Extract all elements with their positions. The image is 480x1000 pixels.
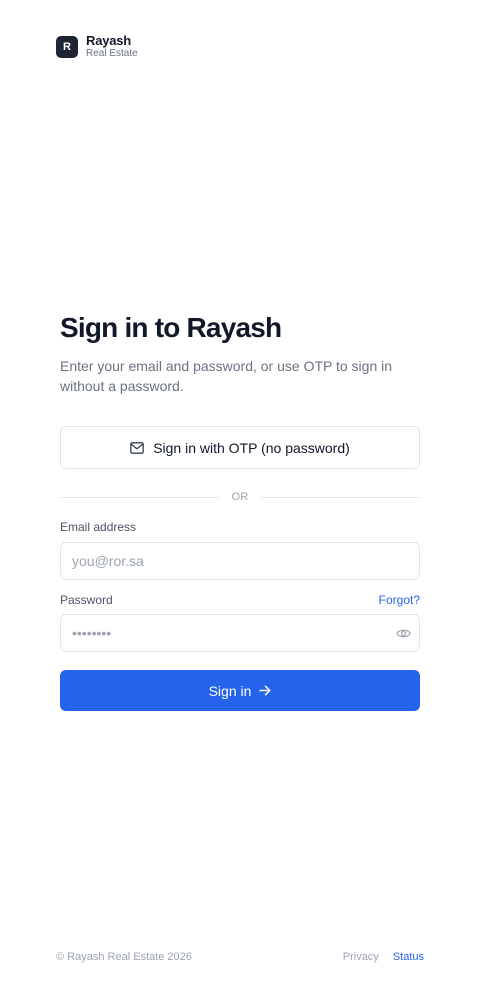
signin-form: Sign in to Rayash Enter your email and p… [60, 312, 421, 711]
divider-text: OR [231, 491, 249, 503]
brand-text: Rayash Real Estate [86, 33, 138, 60]
copyright: © Rayash Real Estate 2026 [56, 951, 192, 963]
status-link[interactable]: Status [393, 951, 424, 963]
email-label-row: Email address [60, 520, 420, 534]
email-field[interactable] [60, 542, 420, 580]
page-title: Sign in to Rayash [60, 312, 282, 343]
eye-icon[interactable] [395, 625, 411, 641]
mail-icon [130, 441, 145, 454]
email-group: Email address [60, 520, 420, 580]
otp-signin-button[interactable]: Sign in with OTP (no password) [60, 426, 420, 469]
otp-button-label: Sign in with OTP (no password) [153, 439, 350, 456]
brand-name: Rayash [86, 33, 132, 48]
divider-line-left [60, 496, 220, 498]
footer: © Rayash Real Estate 2026 Privacy Status [56, 951, 424, 963]
signin-submit-button[interactable]: Sign in [60, 670, 420, 711]
privacy-link[interactable]: Privacy [343, 951, 379, 963]
password-group: Password Forgot? [60, 593, 420, 652]
password-input-wrap [60, 614, 420, 652]
password-field[interactable] [60, 614, 420, 652]
arrow-right-icon [259, 683, 271, 699]
brand: R Rayash Real Estate [56, 33, 138, 60]
password-label-row: Password Forgot? [60, 593, 420, 607]
divider-line-right [260, 496, 421, 498]
forgot-password-link[interactable]: Forgot? [379, 593, 420, 607]
email-label: Email address [60, 520, 137, 534]
brand-logo: R [56, 35, 78, 58]
or-divider: OR [60, 491, 421, 503]
footer-links: Privacy Status [343, 951, 424, 963]
brand-subtitle: Real Estate [86, 48, 138, 60]
password-label: Password [60, 593, 113, 607]
submit-label: Sign in [208, 682, 252, 699]
page-subtitle: Enter your email and password, or use OT… [60, 358, 393, 394]
